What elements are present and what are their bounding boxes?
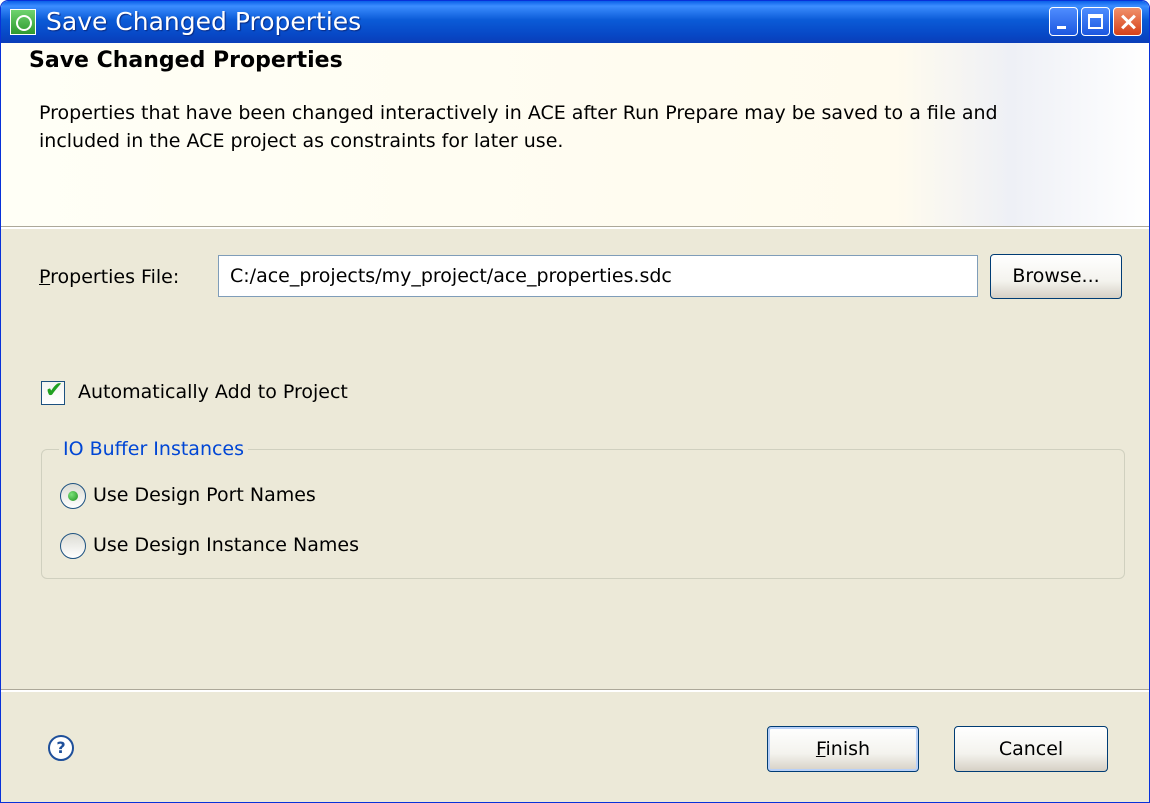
help-icon[interactable]: ?	[48, 735, 74, 761]
footer-separator	[1, 689, 1149, 692]
use-instance-names-label[interactable]: Use Design Instance Names	[93, 534, 359, 556]
window-title: Save Changed Properties	[46, 7, 362, 36]
banner-separator	[1, 226, 1149, 229]
finish-mnemonic: F	[815, 738, 826, 760]
use-port-names-label[interactable]: Use Design Port Names	[93, 484, 316, 506]
auto-add-checkbox[interactable]: ✔	[41, 378, 65, 405]
auto-add-label[interactable]: Automatically Add to Project	[78, 381, 348, 403]
properties-file-mnemonic: P	[39, 266, 51, 288]
io-buffer-group-legend: IO Buffer Instances	[59, 438, 249, 460]
banner-title: Save Changed Properties	[29, 48, 343, 73]
close-icon[interactable]	[1113, 7, 1142, 36]
properties-file-input[interactable]: C:/ace_projects/my_project/ace_propertie…	[218, 255, 978, 297]
dialog-window: Save Changed Properties Save Changed Pro…	[0, 0, 1150, 803]
minimize-icon[interactable]	[1049, 7, 1078, 36]
cancel-button[interactable]: Cancel	[954, 726, 1108, 772]
io-buffer-group	[41, 449, 1125, 579]
banner-description: Properties that have been changed intera…	[39, 102, 998, 152]
properties-file-label-text: roperties File:	[50, 266, 180, 288]
use-instance-names-radio[interactable]	[60, 533, 86, 559]
checkmark-icon: ✔	[45, 378, 64, 403]
browse-button[interactable]: Browse...	[990, 254, 1122, 299]
app-icon	[10, 9, 36, 35]
radio-selected-dot	[68, 491, 78, 501]
finish-label-text: inish	[825, 738, 871, 760]
properties-file-label: Properties File:	[39, 266, 179, 288]
maximize-icon[interactable]	[1081, 7, 1110, 36]
title-bar[interactable]: Save Changed Properties	[1, 1, 1149, 43]
use-port-names-radio[interactable]	[60, 483, 86, 509]
finish-button[interactable]: Finish	[767, 726, 919, 772]
